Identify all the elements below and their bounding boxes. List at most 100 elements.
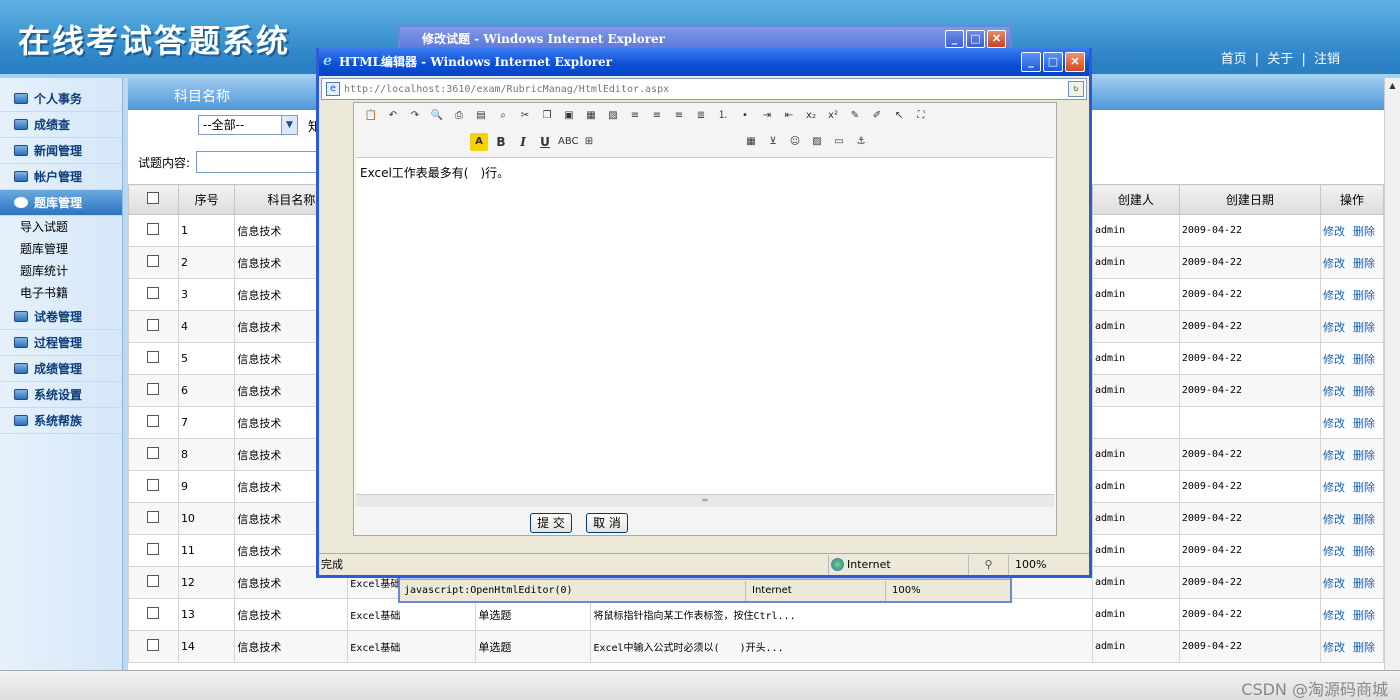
superscript-icon[interactable]: x² — [824, 107, 842, 125]
delete-link[interactable]: 删除 — [1353, 289, 1375, 302]
scroll-up-icon[interactable]: ▲ — [1385, 78, 1400, 94]
editor-resize-handle[interactable]: ═ — [356, 495, 1054, 507]
sidebar-item-scores[interactable]: 成绩管理 — [0, 356, 122, 382]
row-checkbox[interactable] — [147, 223, 160, 235]
bold-icon[interactable]: B — [492, 133, 510, 151]
editor-content-area[interactable]: Excel工作表最多有( )行。 — [356, 157, 1054, 495]
style-icon[interactable]: ✐ — [868, 107, 886, 125]
sidebar-subitem-bank-manage[interactable]: 题库管理 — [0, 238, 122, 260]
justify-icon[interactable]: ≣ — [692, 107, 710, 125]
sidebar-item-process[interactable]: 过程管理 — [0, 330, 122, 356]
paste-icon[interactable]: 📋 — [362, 107, 380, 125]
clear-format-icon[interactable]: ✎ — [846, 107, 864, 125]
row-checkbox[interactable] — [147, 511, 160, 523]
outdent-icon[interactable]: ⇤ — [780, 107, 798, 125]
emoticon-icon[interactable]: ☺ — [786, 133, 804, 151]
select-icon[interactable]: ↖ — [890, 107, 908, 125]
row-checkbox[interactable] — [147, 479, 160, 491]
logout-link[interactable]: 注销 — [1314, 52, 1340, 67]
edit-link[interactable]: 修改 — [1323, 225, 1345, 238]
cut-icon[interactable]: ✂ — [516, 107, 534, 125]
fullscreen-icon[interactable]: ⛶ — [912, 107, 930, 125]
ordered-list-icon[interactable]: ⒈ — [714, 107, 732, 125]
strikethrough-icon[interactable]: ABC — [558, 133, 579, 151]
sidebar-item-personal[interactable]: 个人事务 — [0, 86, 122, 112]
edit-link[interactable]: 修改 — [1323, 481, 1345, 494]
anchor-icon[interactable]: ⚓ — [852, 133, 870, 151]
delete-link[interactable]: 删除 — [1353, 225, 1375, 238]
sidebar-item-question-bank[interactable]: 题库管理 — [0, 190, 122, 216]
paste-word-icon[interactable]: ▦ — [582, 107, 600, 125]
maximize-icon[interactable]: □ — [966, 30, 985, 48]
find-icon[interactable]: ⌕ — [494, 107, 512, 125]
print-icon[interactable]: ⎙ — [450, 107, 468, 125]
redo-icon[interactable]: ↷ — [406, 107, 424, 125]
delete-link[interactable]: 删除 — [1353, 385, 1375, 398]
edit-link[interactable]: 修改 — [1323, 289, 1345, 302]
address-bar[interactable]: e http://localhost:3610/exam/RubricManag… — [321, 78, 1087, 100]
page-break-icon[interactable]: ▭ — [830, 133, 848, 151]
delete-link[interactable]: 删除 — [1353, 609, 1375, 622]
delete-link[interactable]: 删除 — [1353, 545, 1375, 558]
delete-link[interactable]: 删除 — [1353, 641, 1375, 654]
zoom-control[interactable]: 100% — [1009, 558, 1046, 571]
row-checkbox[interactable] — [147, 543, 160, 555]
align-center-icon[interactable]: ≡ — [648, 107, 666, 125]
maximize-icon[interactable]: □ — [1043, 52, 1063, 72]
minimize-icon[interactable]: _ — [1021, 52, 1041, 72]
vertical-scrollbar[interactable]: ▲ — [1384, 78, 1400, 670]
col-header-no[interactable]: 序号 — [177, 184, 236, 215]
sidebar-item-papers[interactable]: 试卷管理 — [0, 304, 122, 330]
insert-row-icon[interactable]: ⊻ — [764, 133, 782, 151]
row-checkbox[interactable] — [147, 639, 160, 651]
edit-link[interactable]: 修改 — [1323, 545, 1345, 558]
delete-link[interactable]: 删除 — [1353, 577, 1375, 590]
subject-select[interactable]: --全部-- ▼ — [198, 115, 298, 135]
sidebar-item-settings[interactable]: 系统设置 — [0, 382, 122, 408]
delete-link[interactable]: 删除 — [1353, 353, 1375, 366]
edit-link[interactable]: 修改 — [1323, 353, 1345, 366]
sidebar-item-help[interactable]: 系统帮族 — [0, 408, 122, 434]
unordered-list-icon[interactable]: • — [736, 107, 754, 125]
delete-link[interactable]: 删除 — [1353, 417, 1375, 430]
delete-link[interactable]: 删除 — [1353, 481, 1375, 494]
close-icon[interactable]: ✕ — [1065, 52, 1085, 72]
row-checkbox[interactable] — [147, 351, 160, 363]
col-header-creator[interactable]: 创建人 — [1092, 184, 1180, 215]
chevron-down-icon[interactable]: ▼ — [281, 116, 297, 134]
border-icon[interactable]: ⊞ — [580, 133, 598, 151]
submit-button[interactable]: 提 交 — [530, 513, 572, 533]
edit-link[interactable]: 修改 — [1323, 385, 1345, 398]
sidebar-subitem-import[interactable]: 导入试题 — [0, 216, 122, 238]
sidebar-subitem-ebooks[interactable]: 电子书籍 — [0, 282, 122, 304]
row-checkbox[interactable] — [147, 447, 160, 459]
sidebar-item-news[interactable]: 新闻管理 — [0, 138, 122, 164]
close-icon[interactable]: ✕ — [987, 30, 1006, 48]
underline-icon[interactable]: U — [536, 133, 554, 151]
delete-link[interactable]: 删除 — [1353, 449, 1375, 462]
spellcheck-icon[interactable]: ▤ — [472, 107, 490, 125]
copy-icon[interactable]: ❐ — [538, 107, 556, 125]
image-icon[interactable]: ▨ — [808, 133, 826, 151]
indent-icon[interactable]: ⇥ — [758, 107, 776, 125]
table-icon[interactable]: ▦ — [742, 133, 760, 151]
preview-icon[interactable]: 🔍 — [428, 107, 446, 125]
edit-link[interactable]: 修改 — [1323, 577, 1345, 590]
sidebar-subitem-bank-stats[interactable]: 题库统计 — [0, 260, 122, 282]
row-checkbox[interactable] — [147, 575, 160, 587]
refresh-icon[interactable]: ↻ — [1068, 81, 1084, 97]
about-link[interactable]: 关于 — [1267, 52, 1293, 67]
edit-link[interactable]: 修改 — [1323, 321, 1345, 334]
cancel-button[interactable]: 取 消 — [586, 513, 628, 533]
italic-icon[interactable]: I — [514, 133, 532, 151]
row-checkbox[interactable] — [147, 383, 160, 395]
edit-link[interactable]: 修改 — [1323, 513, 1345, 526]
edit-link[interactable]: 修改 — [1323, 641, 1345, 654]
home-link[interactable]: 首页 — [1221, 52, 1247, 67]
sidebar-item-accounts[interactable]: 帐户管理 — [0, 164, 122, 190]
delete-link[interactable]: 删除 — [1353, 513, 1375, 526]
align-left-icon[interactable]: ≡ — [626, 107, 644, 125]
align-right-icon[interactable]: ≡ — [670, 107, 688, 125]
select-all-checkbox[interactable] — [147, 192, 160, 204]
row-checkbox[interactable] — [147, 415, 160, 427]
